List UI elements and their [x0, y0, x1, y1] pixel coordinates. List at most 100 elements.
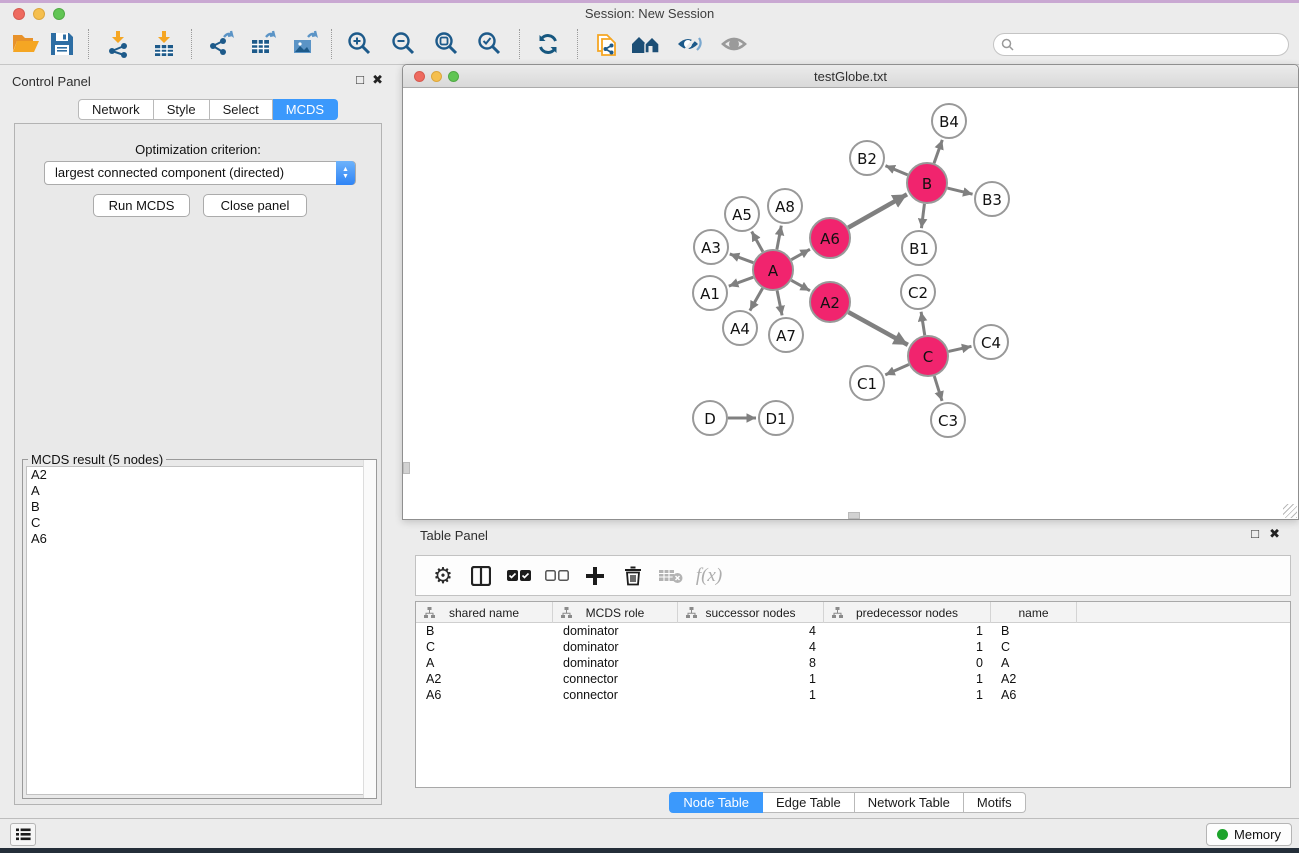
edge-A-A1[interactable] — [729, 277, 753, 286]
result-item[interactable]: A6 — [27, 531, 372, 547]
node-A4[interactable]: A4 — [723, 311, 757, 345]
tab-network[interactable]: Network — [78, 99, 154, 120]
export-image-icon[interactable] — [287, 27, 323, 61]
table-row[interactable]: A6connector11A6 — [416, 687, 1290, 703]
node-C[interactable]: C — [908, 336, 948, 376]
zoom-selected-icon[interactable] — [472, 27, 508, 61]
table-settings-icon[interactable]: ⚙ — [424, 559, 462, 593]
node-D[interactable]: D — [693, 401, 727, 435]
criterion-select[interactable]: largest connected component (directed) ▲… — [44, 161, 356, 185]
network-canvas[interactable]: B4 B2 B B3 A8 A5 A6 A3 B1 A A1 C2 A2 A4 A7 C4 C C1 C3 D D1 — [403, 88, 1298, 519]
result-item[interactable]: B — [27, 499, 372, 515]
column-header-shared-name[interactable]: shared name — [416, 602, 553, 623]
unselect-all-columns-icon[interactable] — [538, 559, 576, 593]
column-header-name[interactable]: name — [991, 602, 1077, 623]
hide-selected-icon[interactable] — [672, 27, 708, 61]
node-C2[interactable]: C2 — [901, 275, 935, 309]
node-A[interactable]: A — [753, 250, 793, 290]
tab-style[interactable]: Style — [154, 99, 210, 120]
edge-B-B3[interactable] — [947, 188, 972, 194]
close-panel-icon[interactable]: ✖ — [372, 72, 383, 88]
node-B2[interactable]: B2 — [850, 141, 884, 175]
tab-mcds[interactable]: MCDS — [273, 99, 338, 120]
search-input[interactable] — [1019, 38, 1288, 52]
result-scrollbar[interactable] — [363, 460, 376, 798]
edge-A-A4[interactable] — [750, 288, 763, 310]
node-B4[interactable]: B4 — [932, 104, 966, 138]
edge-B-B1[interactable] — [921, 204, 924, 228]
refresh-icon[interactable] — [530, 27, 566, 61]
float-table-panel-icon[interactable]: □ — [1251, 526, 1259, 541]
edge-A6-B[interactable] — [848, 194, 907, 227]
node-B3[interactable]: B3 — [975, 182, 1009, 216]
node-A5[interactable]: A5 — [725, 197, 759, 231]
vertical-scroll-nub[interactable] — [403, 462, 410, 474]
node-A1[interactable]: A1 — [693, 276, 727, 310]
node-B[interactable]: B — [907, 163, 947, 203]
search-field[interactable] — [993, 33, 1289, 56]
edge-C-C4[interactable] — [948, 346, 971, 351]
function-builder-icon[interactable]: f(x) — [690, 559, 728, 593]
edge-A-A5[interactable] — [752, 231, 763, 251]
task-history-button[interactable] — [10, 823, 36, 846]
horizontal-scroll-nub[interactable] — [848, 512, 860, 519]
node-A2[interactable]: A2 — [810, 282, 850, 322]
node-D1[interactable]: D1 — [759, 401, 793, 435]
node-B1[interactable]: B1 — [902, 231, 936, 265]
column-header-successor-nodes[interactable]: successor nodes — [678, 602, 824, 623]
node-C4[interactable]: C4 — [974, 325, 1008, 359]
show-columns-icon[interactable] — [462, 559, 500, 593]
edge-A-A8[interactable] — [777, 226, 781, 250]
table-row[interactable]: Cdominator41C — [416, 639, 1290, 655]
table-row[interactable]: Bdominator41B — [416, 623, 1290, 639]
first-neighbors-icon[interactable] — [628, 27, 664, 61]
node-C1[interactable]: C1 — [850, 366, 884, 400]
edge-B-B4[interactable] — [934, 140, 942, 163]
node-A3[interactable]: A3 — [694, 230, 728, 264]
import-table-icon[interactable] — [146, 27, 182, 61]
import-network-icon[interactable] — [100, 27, 136, 61]
zoom-fit-icon[interactable] — [429, 27, 465, 61]
float-panel-icon[interactable]: □ — [356, 72, 364, 87]
edge-A-A2[interactable] — [791, 280, 810, 290]
create-column-icon[interactable] — [576, 559, 614, 593]
export-network-icon[interactable] — [203, 27, 239, 61]
edge-A2-C[interactable] — [848, 312, 907, 345]
edge-C-C3[interactable] — [934, 376, 942, 401]
delete-column-icon[interactable] — [614, 559, 652, 593]
select-all-columns-icon[interactable] — [500, 559, 538, 593]
zoom-in-icon[interactable] — [342, 27, 378, 61]
show-all-icon[interactable] — [716, 27, 752, 61]
duplicate-network-icon[interactable] — [588, 27, 624, 61]
close-panel-button[interactable]: Close panel — [203, 194, 307, 217]
node-A8[interactable]: A8 — [768, 189, 802, 223]
edge-A-A7[interactable] — [777, 291, 782, 316]
table-row[interactable]: Adominator80A — [416, 655, 1290, 671]
open-session-icon[interactable] — [8, 27, 44, 61]
memory-button[interactable]: Memory — [1206, 823, 1292, 846]
tab-node-table[interactable]: Node Table — [669, 792, 763, 813]
run-mcds-button[interactable]: Run MCDS — [93, 194, 190, 217]
tab-select[interactable]: Select — [210, 99, 273, 120]
delete-table-icon[interactable] — [652, 559, 690, 593]
node-A7[interactable]: A7 — [769, 318, 803, 352]
result-item[interactable]: C — [27, 515, 372, 531]
node-A6[interactable]: A6 — [810, 218, 850, 258]
result-item[interactable]: A2 — [27, 467, 372, 483]
column-header-predecessor-nodes[interactable]: predecessor nodes — [824, 602, 991, 623]
save-session-icon[interactable] — [44, 27, 80, 61]
node-C3[interactable]: C3 — [931, 403, 965, 437]
table-row[interactable]: A2connector11A2 — [416, 671, 1290, 687]
edge-C-C1[interactable] — [885, 364, 909, 374]
tab-motifs[interactable]: Motifs — [964, 792, 1026, 813]
resize-grip[interactable] — [1283, 504, 1297, 518]
column-header-mcds-role[interactable]: MCDS role — [553, 602, 678, 623]
close-table-panel-icon[interactable]: ✖ — [1269, 526, 1280, 542]
export-table-icon[interactable] — [245, 27, 281, 61]
network-window-titlebar[interactable]: testGlobe.txt — [403, 65, 1298, 88]
edge-C-C2[interactable] — [921, 312, 925, 335]
edge-A-A6[interactable] — [791, 249, 810, 259]
tab-edge-table[interactable]: Edge Table — [763, 792, 855, 813]
edge-A-A3[interactable] — [730, 254, 754, 263]
edge-B-B2[interactable] — [885, 166, 907, 175]
